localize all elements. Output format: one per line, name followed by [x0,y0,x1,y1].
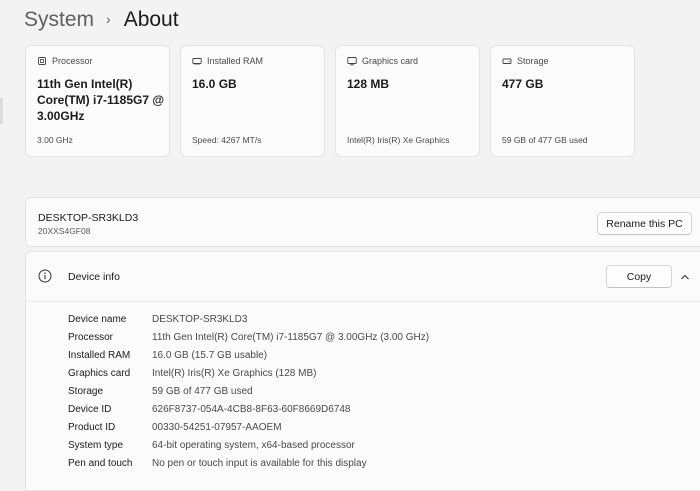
processor-icon [37,56,47,66]
info-row-product-id: Product ID 00330-54251-07957-AAOEM [68,418,429,436]
card-label: Installed RAM [207,56,264,66]
card-label: Processor [52,56,93,66]
info-value: 16.0 GB (15.7 GB usable) [152,349,268,361]
card-header: Processor [37,56,93,66]
card-value: 11th Gen Intel(R) Core(TM) i7-1185G7 @ 3… [37,77,165,123]
device-info-title: Device info [68,271,120,283]
info-key: Device name [68,313,127,325]
info-value: 64-bit operating system, x64-based proce… [152,439,355,451]
info-value: 11th Gen Intel(R) Core(TM) i7-1185G7 @ 3… [152,331,430,343]
graphics-card-icon [347,56,357,66]
pc-name: DESKTOP-SR3KLD3 [38,212,139,224]
pc-model: 20XXS4GF08 [38,226,91,236]
info-key: Pen and touch [68,457,133,469]
info-row-installed-ram: Installed RAM 16.0 GB (15.7 GB usable) [68,346,429,364]
ram-icon [192,56,202,66]
info-row-system-type: System type 64-bit operating system, x64… [68,436,429,454]
device-info-header[interactable]: Device info Copy [26,252,700,302]
card-label: Storage [517,56,549,66]
chevron-up-icon[interactable] [679,271,691,283]
info-row-storage: Storage 59 GB of 477 GB used [68,382,429,400]
pc-name-card: DESKTOP-SR3KLD3 20XXS4GF08 Rename this P… [25,197,700,247]
card-header: Graphics card [347,56,418,66]
info-row-graphics-card: Graphics card Intel(R) Iris(R) Xe Graphi… [68,364,429,382]
processor-card: Processor 11th Gen Intel(R) Core(TM) i7-… [25,45,170,157]
card-subtext: 59 GB of 477 GB used [502,135,588,145]
graphics-card-card: Graphics card 128 MB Intel(R) Iris(R) Xe… [335,45,480,157]
info-key: Graphics card [68,367,131,379]
storage-icon [502,56,512,66]
card-subtext: Speed: 4267 MT/s [192,135,262,145]
breadcrumb-system[interactable]: System [24,8,94,32]
info-value: 626F8737-054A-4CB8-8F63-60F8669D6748 [152,403,351,415]
info-row-pen-and-touch: Pen and touch No pen or touch input is a… [68,454,429,472]
card-value: 128 MB [347,77,390,91]
breadcrumb: System › About [24,5,179,35]
copy-button[interactable]: Copy [606,265,672,288]
info-key: Storage [68,385,104,397]
device-info-list: Device name DESKTOP-SR3KLD3 Processor 11… [68,310,429,472]
info-row-device-name: Device name DESKTOP-SR3KLD3 [68,310,429,328]
rename-pc-button[interactable]: Rename this PC [597,212,692,235]
card-value: 477 GB [502,77,544,91]
info-key: Installed RAM [68,349,131,361]
info-value: No pen or touch input is available for t… [152,457,367,469]
card-label: Graphics card [362,56,419,66]
info-row-device-id: Device ID 626F8737-054A-4CB8-8F63-60F866… [68,400,429,418]
info-key: Product ID [68,421,116,433]
chevron-right-icon: › [106,11,111,27]
info-key: System type [68,439,124,451]
card-subtext: Intel(R) Iris(R) Xe Graphics [347,135,450,145]
info-value: 00330-54251-07957-AAOEM [152,421,282,433]
storage-card: Storage 477 GB 59 GB of 477 GB used [490,45,635,157]
info-value: DESKTOP-SR3KLD3 [152,313,248,325]
nav-pane-edge [0,98,3,124]
card-header: Installed RAM [192,56,263,66]
device-info-card: Device info Copy Device name DESKTOP-SR3… [25,251,700,491]
info-value: 59 GB of 477 GB used [152,385,253,397]
info-icon [38,269,52,283]
info-key: Device ID [68,403,112,415]
card-value: 16.0 GB [192,77,237,91]
page-title: About [123,8,179,31]
card-subtext: 3.00 GHz [37,135,73,145]
installed-ram-card: Installed RAM 16.0 GB Speed: 4267 MT/s [180,45,325,157]
card-header: Storage [502,56,549,66]
info-row-processor: Processor 11th Gen Intel(R) Core(TM) i7-… [68,328,429,346]
info-value: Intel(R) Iris(R) Xe Graphics (128 MB) [152,367,317,379]
info-key: Processor [68,331,114,343]
